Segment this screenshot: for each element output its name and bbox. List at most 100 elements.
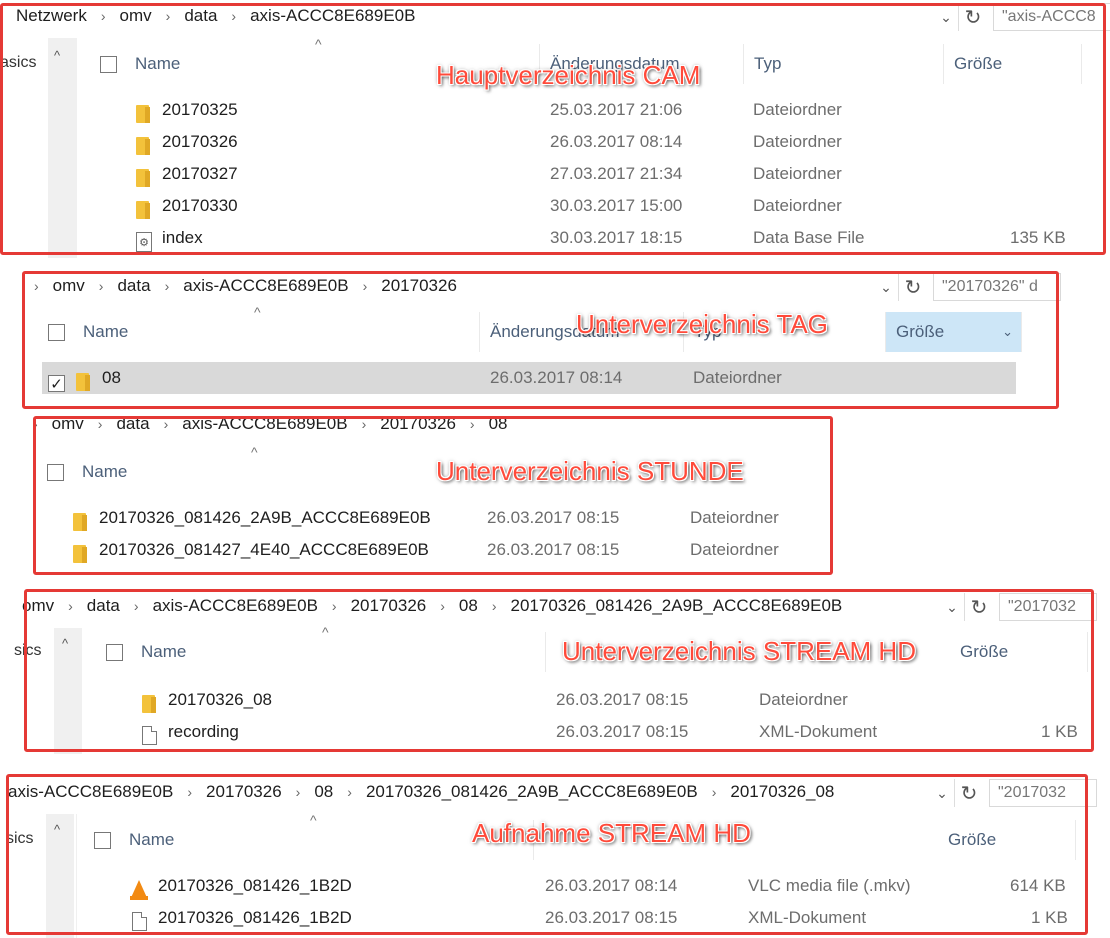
breadcrumb-item[interactable]: 08 xyxy=(312,782,335,802)
breadcrumb-item[interactable]: 20170326_081426_2A9B_ACCC8E689E0B xyxy=(509,596,845,616)
chevron-down-icon[interactable]: ⌄ xyxy=(874,275,898,299)
list-item[interactable]: 20170326 26.03.2017 08:14 Dateiordner xyxy=(90,126,1090,158)
nav-item-label[interactable]: sics xyxy=(6,830,34,848)
address-controls: ⌄ ↻ "2017032 xyxy=(940,593,1097,621)
file-name: 20170327 xyxy=(162,164,238,183)
chevron-right-icon: › xyxy=(295,784,301,800)
file-date: 26.03.2017 08:14 xyxy=(490,368,623,387)
breadcrumb-item[interactable]: omv xyxy=(50,414,86,434)
column-size[interactable]: Größe xyxy=(938,820,1076,860)
list-item[interactable]: 20170327 27.03.2017 21:34 Dateiordner xyxy=(90,158,1090,190)
nav-scrollbar[interactable] xyxy=(48,38,76,258)
file-type: Dateiordner xyxy=(753,132,842,151)
file-type: Dateiordner xyxy=(690,508,779,527)
column-size-label: Größe xyxy=(948,830,997,849)
breadcrumb-item[interactable]: 08 xyxy=(457,596,480,616)
file-type: Dateiordner xyxy=(753,100,842,119)
chevron-right-icon: › xyxy=(97,416,103,432)
column-size[interactable]: Größe xyxy=(950,632,1088,672)
list-item[interactable]: 20170326_081426_1B2D 26.03.2017 08:15 XM… xyxy=(84,902,1084,934)
file-type: Data Base File xyxy=(753,228,865,247)
breadcrumb-item[interactable]: 20170326 xyxy=(378,414,458,434)
search-input[interactable]: "2017032 xyxy=(989,779,1097,807)
file-type: Dateiordner xyxy=(759,690,848,709)
list-item[interactable]: 20170330 30.03.2017 15:00 Dateiordner xyxy=(90,190,1090,222)
file-type: Dateiordner xyxy=(753,196,842,215)
chevron-right-icon: › xyxy=(165,8,171,24)
breadcrumb-item[interactable]: axis-ACCC8E689E0B xyxy=(181,276,350,296)
breadcrumb-item[interactable]: data xyxy=(115,276,152,296)
chevron-right-icon: › xyxy=(133,598,139,614)
column-size-label: Größe xyxy=(960,642,1009,661)
column-name[interactable]: Name xyxy=(37,452,477,492)
chevron-right-icon: › xyxy=(68,598,73,614)
address-controls: ⌄ ↻ "2017032 xyxy=(930,779,1097,807)
column-name[interactable]: Name xyxy=(84,820,534,860)
breadcrumb-item[interactable]: Netzwerk xyxy=(14,6,89,26)
refresh-icon[interactable]: ↻ xyxy=(954,779,983,807)
file-date: 26.03.2017 08:15 xyxy=(556,690,689,709)
select-all-checkbox[interactable] xyxy=(100,55,117,73)
breadcrumb-item[interactable]: data xyxy=(85,596,122,616)
column-header: ^ Name Änderungsdatum Typ Größe ⌄ xyxy=(38,304,1038,352)
column-size[interactable]: Größe ⌄ xyxy=(886,312,1022,352)
navigation-pane: sics ^ xyxy=(6,814,77,938)
breadcrumb-item[interactable]: omv xyxy=(20,596,56,616)
column-name-label: Name xyxy=(82,462,128,481)
breadcrumb-item[interactable]: 20170326_08 xyxy=(728,782,836,802)
breadcrumb-item[interactable]: data xyxy=(114,414,151,434)
search-input[interactable]: "2017032 xyxy=(999,593,1097,621)
column-size[interactable]: Größe xyxy=(944,44,1082,84)
file-date: 26.03.2017 08:14 xyxy=(550,132,683,151)
nav-item-label[interactable]: asics xyxy=(0,54,36,72)
list-item[interactable]: 20170326_081426_1B2D 26.03.2017 08:14 VL… xyxy=(84,870,1084,902)
scroll-up-icon[interactable]: ^ xyxy=(54,48,60,63)
list-item[interactable]: 20170326_081427_4E40_ACCC8E689E0B 26.03.… xyxy=(37,534,817,566)
chevron-down-icon[interactable]: ⌄ xyxy=(934,5,958,29)
breadcrumb-item[interactable]: 20170326_081426_2A9B_ACCC8E689E0B xyxy=(364,782,700,802)
nav-item-label[interactable]: sics xyxy=(14,642,42,660)
select-all-checkbox[interactable] xyxy=(94,831,111,849)
refresh-icon[interactable]: ↻ xyxy=(898,273,927,301)
breadcrumb-item[interactable]: axis-ACCC8E689E0B xyxy=(6,782,175,802)
scroll-up-icon[interactable]: ^ xyxy=(54,822,60,837)
select-all-checkbox[interactable] xyxy=(47,463,64,481)
column-size-label: Größe xyxy=(954,54,1003,73)
breadcrumb-item[interactable]: axis-ACCC8E689E0B xyxy=(180,414,349,434)
column-name[interactable]: Name xyxy=(38,312,480,352)
column-name[interactable]: Name xyxy=(96,632,546,672)
refresh-icon[interactable]: ↻ xyxy=(964,593,993,621)
list-item-selected[interactable]: ✓ 08 26.03.2017 08:14 Dateiordner xyxy=(42,362,1016,394)
list-item[interactable]: ⚙ index 30.03.2017 18:15 Data Base File … xyxy=(90,222,1090,254)
breadcrumb-item[interactable]: omv xyxy=(118,6,154,26)
chevron-down-icon[interactable]: ⌄ xyxy=(930,781,954,805)
select-all-checkbox[interactable] xyxy=(106,643,123,661)
breadcrumb-item[interactable]: 20170326 xyxy=(349,596,429,616)
search-input[interactable]: "20170326" d xyxy=(933,273,1061,301)
list-item[interactable]: recording 26.03.2017 08:15 XML-Dokument … xyxy=(96,716,1096,748)
breadcrumb-item[interactable]: data xyxy=(182,6,219,26)
refresh-icon[interactable]: ↻ xyxy=(958,3,987,31)
breadcrumb-item[interactable]: axis-ACCC8E689E0B xyxy=(151,596,320,616)
search-input[interactable]: "axis-ACCC8 xyxy=(993,3,1110,31)
list-item[interactable]: 20170326_081426_2A9B_ACCC8E689E0B 26.03.… xyxy=(37,502,817,534)
file-date: 26.03.2017 08:15 xyxy=(487,508,620,527)
chevron-down-icon[interactable]: ⌄ xyxy=(1002,324,1013,340)
annotation-label: Aufnahme STREAM HD xyxy=(472,818,751,848)
explorer-panel-hour: › omv › data › axis-ACCC8E689E0B › 20170… xyxy=(33,412,833,576)
breadcrumb-item[interactable]: 20170326 xyxy=(379,276,459,296)
breadcrumb-item[interactable]: 08 xyxy=(487,414,510,434)
file-type: Dateiordner xyxy=(753,164,842,183)
scroll-up-icon[interactable]: ^ xyxy=(62,636,68,651)
select-all-checkbox[interactable] xyxy=(48,323,65,341)
row-checkbox[interactable]: ✓ xyxy=(48,375,65,393)
chevron-down-icon[interactable]: ⌄ xyxy=(940,595,964,619)
list-item[interactable]: 20170325 25.03.2017 21:06 Dateiordner xyxy=(90,94,1090,126)
breadcrumb-item[interactable]: omv xyxy=(51,276,87,296)
breadcrumb-item[interactable]: axis-ACCC8E689E0B xyxy=(248,6,417,26)
breadcrumb-item[interactable]: 20170326 xyxy=(204,782,284,802)
folder-icon xyxy=(73,544,87,563)
annotation-label: Unterverzeichnis STUNDE xyxy=(436,456,744,486)
list-item[interactable]: 20170326_08 26.03.2017 08:15 Dateiordner xyxy=(96,684,1096,716)
column-type[interactable]: Typ xyxy=(744,44,944,84)
